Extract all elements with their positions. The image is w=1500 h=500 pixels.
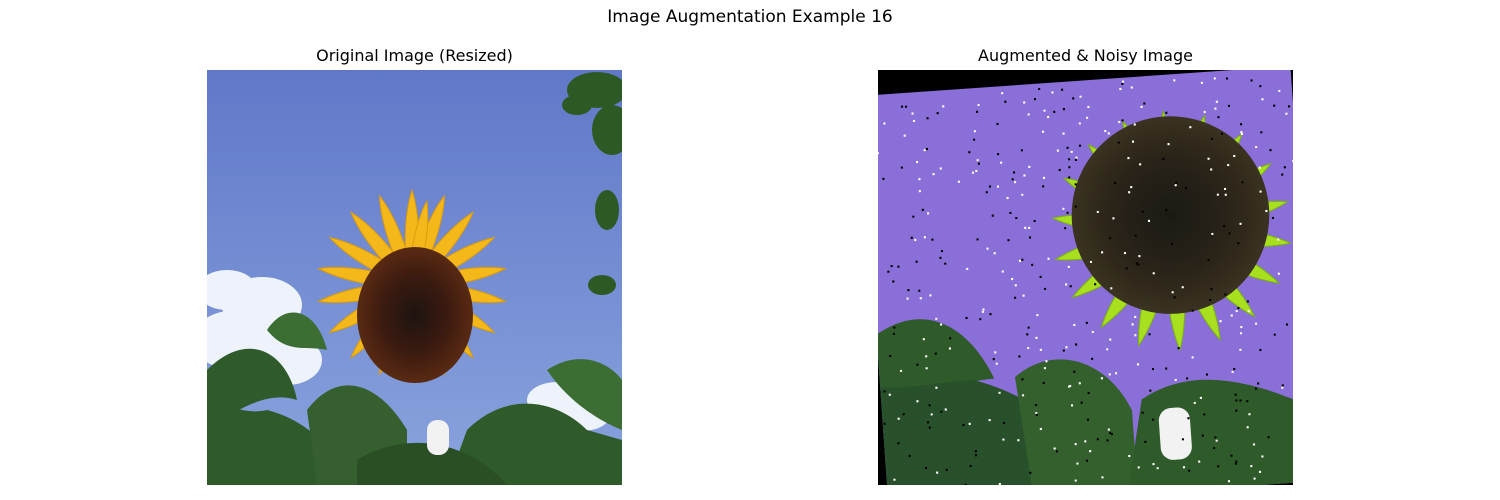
original-image-title: Original Image (Resized)	[316, 46, 513, 65]
figure-title: Image Augmentation Example 16	[607, 7, 893, 27]
augmented-image-title: Augmented & Noisy Image	[978, 46, 1193, 65]
augmented-sunflower-image	[878, 70, 1293, 485]
original-sunflower-image	[207, 70, 622, 485]
